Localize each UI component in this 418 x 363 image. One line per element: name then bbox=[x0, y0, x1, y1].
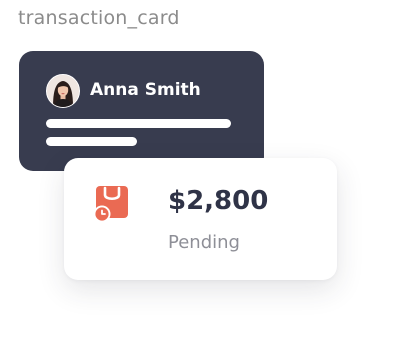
transaction-card[interactable]: $2,800 Pending bbox=[64, 158, 337, 280]
shopping-bag-clock-icon bbox=[93, 186, 128, 222]
transaction-status: Pending bbox=[168, 232, 240, 253]
avatar bbox=[46, 74, 80, 108]
transaction-card-component: transaction_card Anna Smith $2,800 Pendi… bbox=[0, 0, 418, 363]
user-name: Anna Smith bbox=[90, 80, 201, 100]
placeholder-line bbox=[46, 137, 137, 146]
placeholder-line bbox=[46, 119, 231, 128]
user-avatar-icon bbox=[47, 75, 79, 107]
frame-title: transaction_card bbox=[18, 7, 180, 29]
user-card[interactable]: Anna Smith bbox=[19, 51, 264, 171]
transaction-amount: $2,800 bbox=[168, 186, 269, 216]
